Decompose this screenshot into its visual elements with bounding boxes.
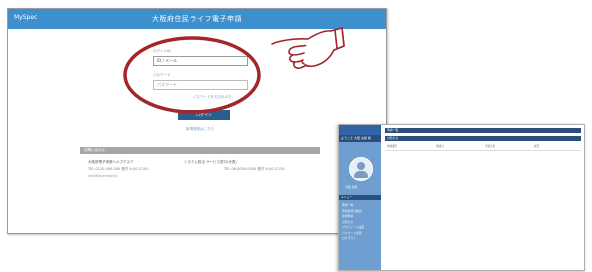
menu-heading: メニュー bbox=[339, 195, 381, 200]
avatar bbox=[349, 157, 373, 181]
signup-link[interactable]: 新規登録はこちら bbox=[186, 127, 214, 132]
main-panel: 申請一覧 お知らせ 申請番号 申請日 手続き名 状況 bbox=[385, 128, 581, 151]
sidebar-menu: 申請一覧 申請状況の確認 新規申請 お知らせ プロフィール設定 パスワード変更 … bbox=[342, 203, 380, 242]
contact-heading: お問い合わせ bbox=[80, 147, 320, 154]
table-cell: 手続き名 bbox=[485, 145, 496, 148]
sidebar-header bbox=[339, 125, 381, 135]
pointing-hand-icon bbox=[271, 27, 345, 69]
contact-name: 大阪府電子申請ヘルプデスク bbox=[88, 160, 134, 164]
top-bar: 申請一覧 bbox=[385, 128, 581, 133]
highlight-ellipse bbox=[123, 36, 261, 114]
contact-tel: TEL 06-0000-0000 受付 9:00-17:30 bbox=[224, 167, 285, 171]
table-cell: 状況 bbox=[534, 145, 540, 148]
section-bar: お知らせ bbox=[385, 136, 581, 141]
table-cell: 申請日 bbox=[436, 145, 444, 148]
table-row[interactable]: 申請番号 申請日 手続き名 状況 bbox=[385, 144, 581, 151]
sidebar-item-logout[interactable]: ログアウト bbox=[342, 236, 380, 242]
contact-mail-link[interactable]: info@example.jp bbox=[88, 174, 117, 178]
sidebar: ようこそ 大阪 太郎 様 大阪 太郎 メニュー 申請一覧 申請状況の確認 新規申… bbox=[339, 125, 381, 270]
welcome-strip: ようこそ 大阪 太郎 様 bbox=[339, 135, 381, 142]
contact-tel: TEL 0120-000-000 受付 9:00-17:00 bbox=[88, 167, 149, 171]
user-name: 大阪 太郎 bbox=[345, 185, 358, 189]
table-cell: 申請番号 bbox=[387, 145, 398, 148]
contact-name: システム担当 サービス窓口(代表) bbox=[184, 160, 237, 164]
page-title: 大阪府住民ライフ電子申請 bbox=[152, 15, 242, 23]
dashboard-screenshot: ようこそ 大阪 太郎 様 大阪 太郎 メニュー 申請一覧 申請状況の確認 新規申… bbox=[338, 124, 585, 271]
